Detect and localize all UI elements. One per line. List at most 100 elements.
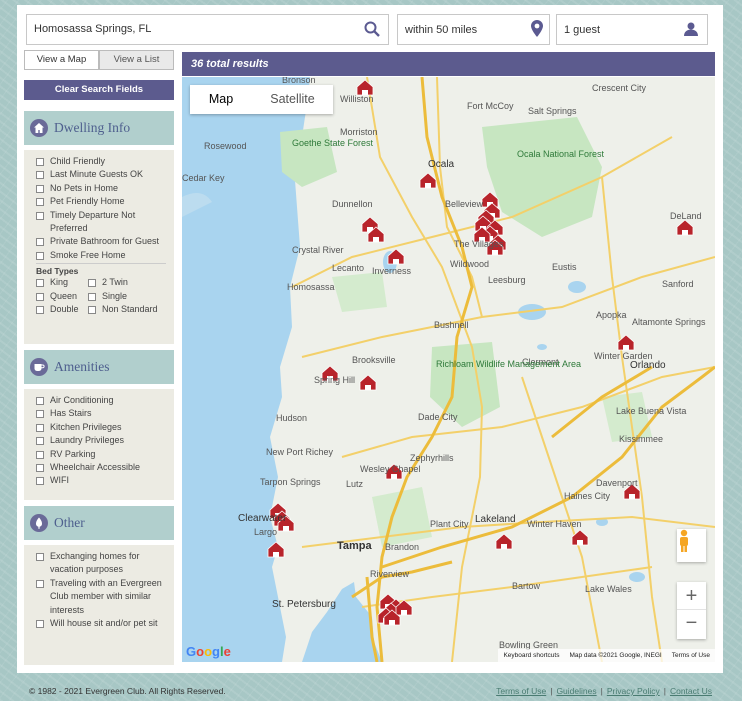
place-label: Cedar Key xyxy=(182,173,225,183)
checkbox-box[interactable] xyxy=(36,410,44,419)
filter-checkbox[interactable]: Exchanging homes for vacation purposes xyxy=(36,550,174,577)
checkbox-label: Private Bathroom for Guest xyxy=(50,236,160,247)
filter-checkbox[interactable]: Private Bathroom for Guest xyxy=(36,235,174,248)
checkbox-box[interactable] xyxy=(36,279,44,288)
footer-links: Terms of Use | Guidelines | Privacy Policy | C… xyxy=(496,686,712,696)
filter-checkbox[interactable]: Pet Friendly Home xyxy=(36,195,174,208)
checkbox-box[interactable] xyxy=(36,184,44,193)
filter-checkbox[interactable]: Child Friendly xyxy=(36,155,174,168)
place-label: Lecanto xyxy=(332,263,364,273)
place-label: Bushnell xyxy=(434,320,469,330)
keyboard-shortcuts-link[interactable]: Keyboard shortcuts xyxy=(503,652,559,659)
place-label: Williston xyxy=(340,94,374,104)
privacy-link[interactable]: Privacy Policy xyxy=(607,686,660,696)
checkbox-box[interactable] xyxy=(36,171,44,180)
filter-checkbox[interactable]: Smoke Free Home xyxy=(36,249,174,262)
checkbox-box[interactable] xyxy=(36,579,44,588)
filter-checkbox[interactable]: Will house sit and/or pet sit xyxy=(36,617,174,630)
place-label: Hudson xyxy=(276,413,307,423)
checkbox-box[interactable] xyxy=(36,464,44,473)
other-title: Other xyxy=(54,515,85,530)
place-label: Rosewood xyxy=(204,141,247,151)
filter-checkbox[interactable]: Laundry Privileges xyxy=(36,434,174,447)
checkbox-box[interactable] xyxy=(88,306,96,315)
checkbox-box[interactable] xyxy=(36,620,44,629)
zoom-in-button[interactable]: + xyxy=(677,582,706,610)
place-label: Goethe State Forest xyxy=(292,138,374,148)
filter-checkbox[interactable]: Has Stairs xyxy=(36,407,174,420)
zoom-out-button[interactable]: − xyxy=(677,610,706,638)
distance-field[interactable] xyxy=(397,14,550,45)
location-input[interactable] xyxy=(34,23,323,35)
map-terms-link[interactable]: Terms of Use xyxy=(672,652,710,659)
checkbox-label: Exchanging homes for vacation purposes xyxy=(50,551,140,575)
filter-checkbox[interactable]: Non Standard xyxy=(88,303,168,316)
place-label: Leesburg xyxy=(488,275,526,285)
filter-checkbox[interactable]: Single xyxy=(88,290,168,303)
distance-input[interactable] xyxy=(405,24,519,36)
filter-checkbox[interactable]: No Pets in Home xyxy=(36,182,174,195)
guests-input[interactable] xyxy=(564,24,669,36)
place-label: Wesley Chapel xyxy=(360,464,420,474)
location-field[interactable] xyxy=(26,14,389,45)
coffee-cup-icon xyxy=(30,358,48,376)
checkbox-box[interactable] xyxy=(88,279,96,288)
filter-checkbox[interactable]: Air Conditioning xyxy=(36,394,174,407)
clear-search-button[interactable]: Clear Search Fields xyxy=(24,80,174,100)
view-toggle: View a Map View a List xyxy=(24,50,174,70)
checkbox-box[interactable] xyxy=(36,251,44,260)
amenities-body: Air Conditioning Has Stairs Kitchen Privil… xyxy=(24,389,174,500)
guidelines-link[interactable]: Guidelines xyxy=(556,686,596,696)
checkbox-box[interactable] xyxy=(36,397,44,405)
guests-field[interactable] xyxy=(556,14,708,45)
filter-checkbox[interactable]: Double xyxy=(36,303,88,316)
map-view[interactable]: Bronson Williston Crescent City Fort McC… xyxy=(182,77,715,662)
checkbox-box[interactable] xyxy=(36,477,44,486)
filter-checkbox[interactable]: Queen xyxy=(36,290,88,303)
checkbox-box[interactable] xyxy=(36,306,44,315)
filter-checkbox[interactable]: Timely Departure Not Preferred xyxy=(36,209,174,236)
place-label: Wildwood xyxy=(450,259,489,269)
filter-checkbox[interactable]: 2 Twin xyxy=(88,276,168,289)
filter-checkbox[interactable]: Last Minute Guests OK xyxy=(36,168,174,181)
filter-checkbox[interactable]: Kitchen Privileges xyxy=(36,421,174,434)
contact-link[interactable]: Contact Us xyxy=(670,686,712,696)
place-label: Tampa xyxy=(337,540,373,552)
checkbox-label: Child Friendly xyxy=(50,156,106,166)
view-map-button[interactable]: View a Map xyxy=(24,50,99,70)
place-label: The Villages xyxy=(454,239,504,249)
checkbox-box[interactable] xyxy=(36,292,44,301)
checkbox-box[interactable] xyxy=(88,292,96,301)
street-view-pegman-icon[interactable] xyxy=(677,529,706,562)
place-label: Salt Springs xyxy=(528,106,577,116)
checkbox-box[interactable] xyxy=(36,198,44,207)
place-label: New Port Richey xyxy=(266,447,334,457)
place-label: Dunnellon xyxy=(332,199,373,209)
amenities-header[interactable]: Amenities xyxy=(24,350,174,384)
search-icon[interactable] xyxy=(364,21,380,39)
checkbox-box[interactable] xyxy=(36,211,44,220)
checkbox-label: Single xyxy=(102,290,128,301)
filter-checkbox[interactable]: Wheelchair Accessible xyxy=(36,461,174,474)
checkbox-box[interactable] xyxy=(36,158,44,166)
copyright-text: © 1982 - 2021 Evergreen Club. All Rights… xyxy=(29,686,226,696)
checkbox-box[interactable] xyxy=(36,450,44,459)
filter-checkbox[interactable]: Traveling with an Evergreen Club member … xyxy=(36,577,174,617)
view-list-button[interactable]: View a List xyxy=(99,50,174,70)
other-header[interactable]: Other xyxy=(24,506,174,540)
google-logo[interactable]: Google xyxy=(186,644,231,659)
map-type-satellite-button[interactable]: Satellite xyxy=(252,85,333,114)
filter-checkbox[interactable]: King xyxy=(36,276,88,289)
checkbox-label: Queen xyxy=(50,290,78,301)
map-attribution: Keyboard shortcuts Map data ©2021 Google… xyxy=(498,649,715,662)
checkbox-box[interactable] xyxy=(36,553,44,561)
checkbox-box[interactable] xyxy=(36,437,44,446)
dwelling-info-header[interactable]: Dwelling Info xyxy=(24,111,174,145)
checkbox-box[interactable] xyxy=(36,238,44,247)
filter-checkbox[interactable]: WIFI xyxy=(36,474,174,487)
place-label: Apopka xyxy=(596,310,627,320)
checkbox-box[interactable] xyxy=(36,423,44,432)
filter-checkbox[interactable]: RV Parking xyxy=(36,448,174,461)
terms-link[interactable]: Terms of Use xyxy=(496,686,546,696)
map-type-map-button[interactable]: Map xyxy=(190,85,252,114)
